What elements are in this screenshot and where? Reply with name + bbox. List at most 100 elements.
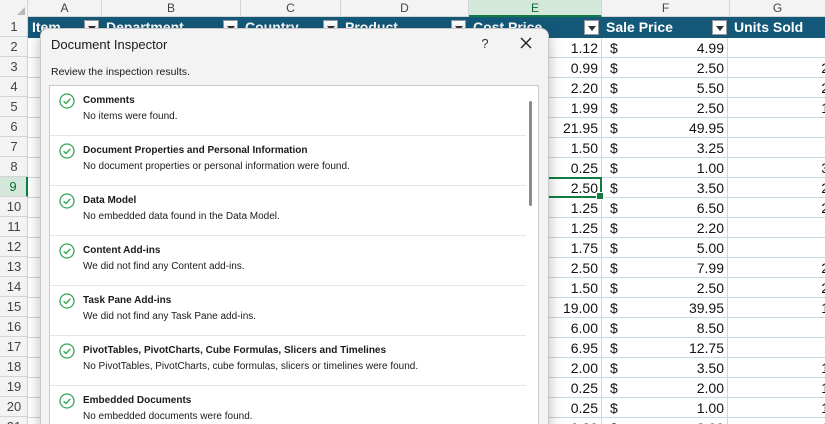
select-all-corner[interactable] (0, 0, 28, 17)
row-header[interactable]: 12 (0, 237, 28, 257)
row-header[interactable]: 9 (0, 177, 28, 197)
row-header[interactable]: 14 (0, 277, 28, 297)
row-header[interactable]: 7 (0, 137, 28, 157)
currency-symbol: $ (610, 240, 618, 256)
currency-symbol: $ (610, 60, 618, 76)
header-cell-sale-price[interactable]: Sale Price (602, 17, 730, 38)
sale-price-cell[interactable]: 39.95 (628, 298, 728, 318)
row-header[interactable]: 19 (0, 377, 28, 397)
header-cell-units-sold[interactable]: Units Sold (730, 17, 825, 38)
row-header[interactable]: 17 (0, 337, 28, 357)
sale-price-cell[interactable]: 7.99 (628, 258, 728, 278)
row-header[interactable]: 10 (0, 197, 28, 217)
sale-price-cell[interactable]: 6.50 (628, 198, 728, 218)
dialog-subtitle: Review the inspection results. (51, 66, 190, 78)
sale-price-cell[interactable]: 5.00 (628, 238, 728, 258)
close-button[interactable] (513, 32, 539, 56)
result-description: No items were found. (83, 111, 178, 122)
units-sold-value: 1 (821, 378, 825, 398)
units-sold-cell[interactable] (730, 318, 825, 338)
row-header[interactable]: 20 (0, 397, 28, 417)
units-sold-cell[interactable]: 2 (730, 178, 825, 198)
sale-price-cell[interactable]: 5.50 (628, 78, 728, 98)
inspection-results-list[interactable]: Comments No items were found. Document Pro… (49, 85, 539, 424)
row-header[interactable]: 16 (0, 317, 28, 337)
currency-symbol: $ (610, 220, 618, 236)
row-header[interactable]: 5 (0, 97, 28, 117)
units-sold-cell[interactable]: 2 (730, 258, 825, 278)
column-header-c[interactable]: C (241, 0, 341, 17)
currency-symbol: $ (610, 180, 618, 196)
sale-price-cell[interactable]: 2.50 (628, 278, 728, 298)
sale-price-cell[interactable]: 3.50 (628, 178, 728, 198)
units-sold-cell[interactable]: 3 (730, 158, 825, 178)
row-header[interactable]: 6 (0, 117, 28, 137)
row-header[interactable]: 13 (0, 257, 28, 277)
sale-price-cell[interactable]: 3.25 (628, 138, 728, 158)
currency-symbol: $ (610, 400, 618, 416)
check-circle-icon (59, 193, 75, 209)
sale-price-cell[interactable]: 1.00 (628, 158, 728, 178)
row-header[interactable]: 4 (0, 77, 28, 97)
sale-price-cell[interactable]: 1.00 (628, 398, 728, 418)
inspection-result-item: PivotTables, PivotCharts, Cube Formulas,… (50, 336, 528, 386)
results-scrollbar[interactable] (526, 86, 538, 424)
units-sold-value: 1 (821, 298, 825, 318)
units-sold-cell[interactable] (730, 118, 825, 138)
units-sold-cell[interactable]: 1 (730, 358, 825, 378)
units-sold-cell[interactable]: 2 (730, 278, 825, 298)
units-sold-value: 1 (821, 398, 825, 418)
row-header[interactable]: 2 (0, 37, 28, 57)
sale-price-cell[interactable]: 2.20 (628, 218, 728, 238)
row-header[interactable]: 8 (0, 157, 28, 177)
filter-dropdown-icon[interactable] (584, 20, 599, 35)
currency-symbol: $ (610, 160, 618, 176)
currency-symbol: $ (610, 418, 630, 424)
row-header[interactable]: 15 (0, 297, 28, 317)
sale-price-cell[interactable]: 2.50 (628, 98, 728, 118)
column-header-d[interactable]: D (341, 0, 469, 17)
currency-symbol: $ (610, 280, 618, 296)
currency-symbol: $ (610, 120, 618, 136)
units-sold-cell[interactable] (730, 38, 825, 58)
inspection-result-item: Data Model No embedded data found in the … (50, 186, 528, 236)
sale-price-cell[interactable]: 3.50 (628, 358, 728, 378)
help-button[interactable]: ? (473, 32, 497, 56)
row-header[interactable]: 1 (0, 17, 28, 37)
row-header[interactable]: 11 (0, 217, 28, 237)
result-title: Content Add-ins (83, 245, 161, 256)
sale-price-cell[interactable]: 2.00 (628, 418, 728, 424)
row-header[interactable]: 3 (0, 57, 28, 77)
sale-price-cell[interactable]: 2.50 (628, 58, 728, 78)
column-header-a[interactable]: A (28, 0, 102, 17)
units-sold-cell[interactable]: 1 (730, 298, 825, 318)
close-icon (520, 37, 532, 49)
units-sold-cell[interactable] (730, 338, 825, 358)
units-sold-cell[interactable]: 1 (730, 378, 825, 398)
units-sold-cell[interactable]: 2 (730, 198, 825, 218)
column-header-e[interactable]: E (469, 0, 602, 17)
sale-price-cell[interactable]: 4.99 (628, 38, 728, 58)
units-sold-cell[interactable]: 1 (730, 418, 825, 424)
sale-price-cell[interactable]: 49.95 (628, 118, 728, 138)
units-sold-value: 2 (821, 58, 825, 78)
column-header-g[interactable]: G (730, 0, 825, 17)
row-header[interactable]: 18 (0, 357, 28, 377)
row-header[interactable]: 21 (0, 417, 28, 424)
units-sold-cell[interactable] (730, 238, 825, 258)
units-sold-cell[interactable] (730, 138, 825, 158)
sale-price-cell[interactable]: 12.75 (628, 338, 728, 358)
filter-dropdown-icon[interactable] (712, 20, 727, 35)
column-header-b[interactable]: B (102, 0, 241, 17)
column-header-f[interactable]: F (602, 0, 730, 17)
units-sold-cell[interactable]: 2 (730, 58, 825, 78)
units-sold-cell[interactable] (730, 218, 825, 238)
currency-symbol: $ (610, 40, 618, 56)
result-description: We did not find any Task Pane add-ins. (83, 311, 257, 322)
units-sold-cell[interactable]: 2 (730, 78, 825, 98)
scrollbar-thumb[interactable] (529, 101, 532, 206)
units-sold-cell[interactable]: 1 (730, 98, 825, 118)
units-sold-cell[interactable]: 1 (730, 398, 825, 418)
sale-price-cell[interactable]: 8.50 (628, 318, 728, 338)
sale-price-cell[interactable]: 2.00 (628, 378, 728, 398)
